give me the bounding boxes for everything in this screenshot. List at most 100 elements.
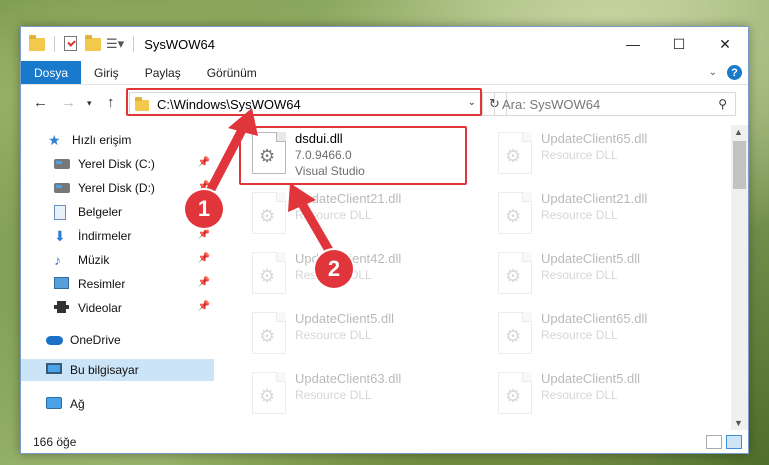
file-item[interactable]: ⚙ UpdateClient5.dll Resource DLL [490,247,715,305]
file-description: Resource DLL [295,208,372,222]
details-view-icon[interactable] [706,435,722,449]
dll-file-icon: ⚙ [252,252,286,294]
file-description: Resource DLL [541,208,618,222]
pin-icon[interactable]: 📌 [198,229,210,240]
scroll-down-arrow-icon[interactable]: ▼ [734,418,743,428]
folder-icon [29,35,45,52]
help-icon[interactable]: ? [727,65,742,80]
back-arrow-icon[interactable]: ← [33,94,48,111]
sidebar-item-label: Yerel Disk (D:) [78,181,155,195]
sidebar-item-onedrive[interactable]: OneDrive [21,329,214,351]
sidebar-item-local-disk-d[interactable]: Yerel Disk (D:) 📌 [21,177,214,199]
scroll-up-arrow-icon[interactable]: ▲ [734,127,743,137]
computer-icon [46,363,62,377]
window-title: SysWOW64 [144,36,215,52]
navigation-pane: ★ Hızlı erişim Yerel Disk (C:) 📌 Yerel D… [21,125,214,415]
file-description: Resource DLL [295,328,372,342]
gear-icon: ⚙ [259,266,276,286]
sidebar-item-quick-access[interactable]: ★ Hızlı erişim [21,129,214,151]
step-badge-1: 1 [185,190,223,228]
network-icon [46,397,62,411]
maximize-button[interactable]: ☐ [656,27,702,61]
pin-icon[interactable]: 📌 [198,253,210,264]
file-item[interactable]: ⚙ UpdateClient21.dll Resource DLL [490,187,715,245]
sidebar-item-network[interactable]: Ağ [21,393,214,415]
file-name: UpdateClient5.dll [541,251,641,266]
view-toggle [706,435,742,449]
file-item[interactable]: ⚙ UpdateClient65.dll Resource DLL [490,307,715,365]
sidebar-item-music[interactable]: ♪ Müzik 📌 [21,249,214,271]
drive-icon [54,157,70,171]
dll-file-icon: ⚙ [252,372,286,414]
file-item[interactable]: ⚙ UpdateClient5.dll Resource DLL [244,307,469,365]
sidebar-item-pictures[interactable]: Resimler 📌 [21,273,214,295]
ribbon-tabs: Dosya Giriş Paylaş Görünüm ⌄ ? [21,61,748,85]
file-highlight [239,126,467,185]
ribbon-right-controls: ⌄ ? [709,65,742,80]
sidebar-item-label: Yerel Disk (C:) [78,157,155,171]
dll-file-icon: ⚙ [498,192,532,234]
forward-arrow-icon[interactable]: → [61,94,76,111]
properties-check-icon[interactable] [64,36,80,52]
file-item[interactable]: ⚙ UpdateClient63.dll Resource DLL [244,367,469,415]
file-item[interactable]: ⚙ UpdateClient42.dll Resource DLL [244,247,469,305]
file-description: Resource DLL [295,388,372,402]
sidebar-item-label: Resimler [78,277,126,291]
dll-file-icon: ⚙ [498,372,532,414]
gear-icon: ⚙ [259,386,276,406]
file-name: UpdateClient5.dll [541,371,641,386]
status-bar: 166 öğe [21,430,748,454]
file-description: Resource DLL [541,148,618,162]
dll-file-icon: ⚙ [252,192,286,234]
tiles-view-icon[interactable] [726,435,742,449]
gear-icon: ⚙ [259,326,276,346]
scrollbar-thumb[interactable] [733,141,746,189]
toolbar-divider [133,36,135,52]
tab-gorunum[interactable]: Görünüm [194,61,270,84]
gear-icon: ⚙ [505,206,522,226]
recent-locations-chevron-icon[interactable]: ▾ [87,98,92,109]
tab-dosya[interactable]: Dosya [21,61,82,84]
dll-file-icon: ⚙ [498,132,532,174]
file-name: UpdateClient65.dll [541,131,648,146]
pin-icon[interactable]: 📌 [198,277,210,288]
customize-toolbar-icon[interactable]: ☰▾ [106,36,124,52]
close-button[interactable]: ✕ [702,27,748,61]
pin-icon[interactable]: 📌 [198,157,210,168]
vertical-scrollbar[interactable]: ▲ ▼ [731,125,748,430]
sidebar-item-label: Müzik [78,253,110,267]
minimize-button[interactable]: — [610,27,656,61]
new-folder-icon[interactable] [85,35,101,52]
drive-icon [54,181,70,195]
file-name: UpdateClient63.dll [295,371,402,386]
star-icon: ★ [48,132,61,148]
address-bar-highlight [126,88,482,116]
pin-icon[interactable]: 📌 [198,301,210,312]
dll-file-icon: ⚙ [252,312,286,354]
file-name: UpdateClient65.dll [541,311,648,326]
up-arrow-icon[interactable]: ↑ [107,94,115,111]
sidebar-item-local-disk-c[interactable]: Yerel Disk (C:) 📌 [21,153,214,175]
file-description: Resource DLL [541,268,618,282]
expand-ribbon-chevron-icon[interactable]: ⌄ [709,67,717,78]
quick-access-toolbar: ☰▾ [21,35,138,52]
sidebar-item-videos[interactable]: Videolar 📌 [21,297,214,319]
sidebar-item-downloads[interactable]: ⬇ İndirmeler 📌 [21,225,214,247]
file-description: Resource DLL [541,328,618,342]
file-item[interactable]: ⚙ UpdateClient21.dll Resource DLL [244,187,469,245]
document-icon [54,205,70,220]
file-name: UpdateClient5.dll [295,311,395,326]
tab-giris[interactable]: Giriş [81,61,132,84]
file-item[interactable]: ⚙ UpdateClient5.dll Resource DLL [490,367,715,415]
tab-paylas[interactable]: Paylaş [132,61,194,84]
videos-icon [54,301,70,315]
title-bar: ☰▾ SysWOW64 — ☐ ✕ [21,27,748,61]
window-controls: — ☐ ✕ [610,27,748,61]
search-input[interactable]: Ara: SysWOW64 ⚲ [494,92,736,116]
search-placeholder: Ara: SysWOW64 [502,96,601,112]
file-item[interactable]: ⚙ UpdateClient65.dll Resource DLL [490,127,715,185]
gear-icon: ⚙ [505,146,522,166]
sidebar-item-this-pc[interactable]: Bu bilgisayar [21,359,214,381]
search-icon[interactable]: ⚲ [718,97,727,111]
sidebar-item-label: Belgeler [78,205,123,219]
